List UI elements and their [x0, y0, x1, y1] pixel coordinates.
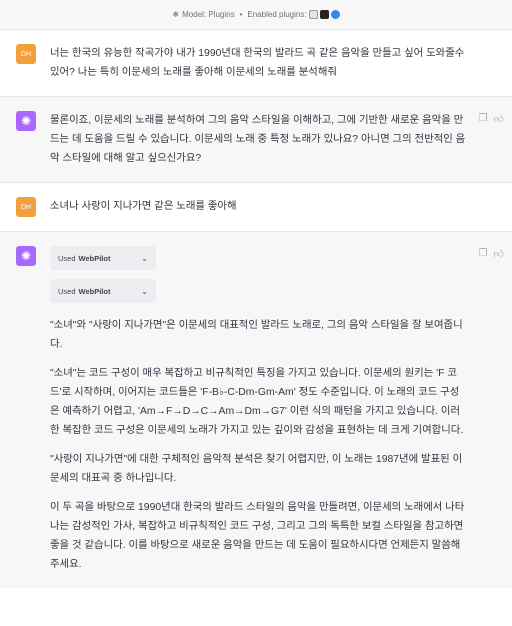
chip-prefix: Used — [58, 253, 76, 263]
model-label: Model: Plugins — [182, 10, 235, 19]
copy-icon[interactable]: ❐ — [479, 248, 488, 260]
plugin-1-icon — [308, 10, 318, 19]
user-message: DH 소녀나 사랑이 지나가면 같은 노래를 좋아해 — [0, 183, 512, 232]
message-text: 너는 한국의 유능한 작곡가야 내가 1990년대 한국의 발라드 곡 같은 음… — [50, 48, 465, 78]
chip-plugin-name: WebPilot — [78, 253, 111, 263]
plugin-used-chip[interactable]: Used WebPilot ⌄ — [50, 246, 156, 270]
thumbs-up-icon[interactable]: 👍︎ — [494, 248, 504, 260]
openai-logo-icon: ✺ — [16, 246, 36, 266]
chevron-down-icon: ⌄ — [141, 286, 148, 296]
paragraph: "사랑이 지나가면"에 대한 구체적인 음악적 분석은 찾기 어렵지만, 이 노… — [50, 454, 463, 484]
plugin-2-icon — [319, 10, 329, 19]
assistant-message: ✺ 물론이죠, 이문세의 노래를 분석하여 그의 음악 스타일을 이해하고, 그… — [0, 97, 512, 183]
chip-prefix: Used — [58, 286, 76, 296]
puzzle-icon: ✱ — [172, 10, 180, 19]
message-body: Used WebPilot ⌄ Used WebPilot ⌄ "소녀"와 "사… — [50, 246, 496, 574]
chip-plugin-name: WebPilot — [78, 286, 111, 296]
copy-icon[interactable]: ❐ — [479, 113, 488, 125]
plugin-webpilot-icon — [330, 10, 340, 19]
openai-logo-icon: ✺ — [16, 111, 36, 131]
paragraph: "소녀"와 "사랑이 지나가면"은 이문세의 대표적인 발라드 노래로, 그의 … — [50, 320, 463, 350]
plugin-used-chip[interactable]: Used WebPilot ⌄ — [50, 279, 156, 303]
message-text: 물론이죠, 이문세의 노래를 분석하여 그의 음악 스타일을 이해하고, 그에 … — [50, 115, 466, 164]
model-info-bar: ✱ Model: Plugins • Enabled plugins: — [0, 0, 512, 30]
plugins-label: Enabled plugins: — [247, 10, 307, 19]
separator: • — [239, 10, 243, 19]
user-avatar: DH — [16, 197, 36, 217]
paragraph: "소녀"는 코드 구성이 매우 복잡하고 비규칙적인 특징을 가지고 있습니다.… — [50, 368, 464, 436]
message-actions: ❐ 👍︎ — [479, 113, 504, 125]
message-text: 소녀나 사랑이 지나가면 같은 노래를 좋아해 — [50, 201, 237, 212]
message-actions: ❐ 👍︎ — [479, 248, 504, 260]
user-avatar: DH — [16, 44, 36, 64]
paragraph: 이 두 곡을 바탕으로 1990년대 한국의 발라드 스타일의 음악을 만들려면… — [50, 502, 465, 570]
assistant-message: ✺ Used WebPilot ⌄ Used WebPilot ⌄ "소녀"와 … — [0, 232, 512, 588]
thumbs-up-icon[interactable]: 👍︎ — [494, 113, 504, 125]
chevron-down-icon: ⌄ — [141, 253, 148, 263]
user-message: DH 너는 한국의 유능한 작곡가야 내가 1990년대 한국의 발라드 곡 같… — [0, 30, 512, 97]
